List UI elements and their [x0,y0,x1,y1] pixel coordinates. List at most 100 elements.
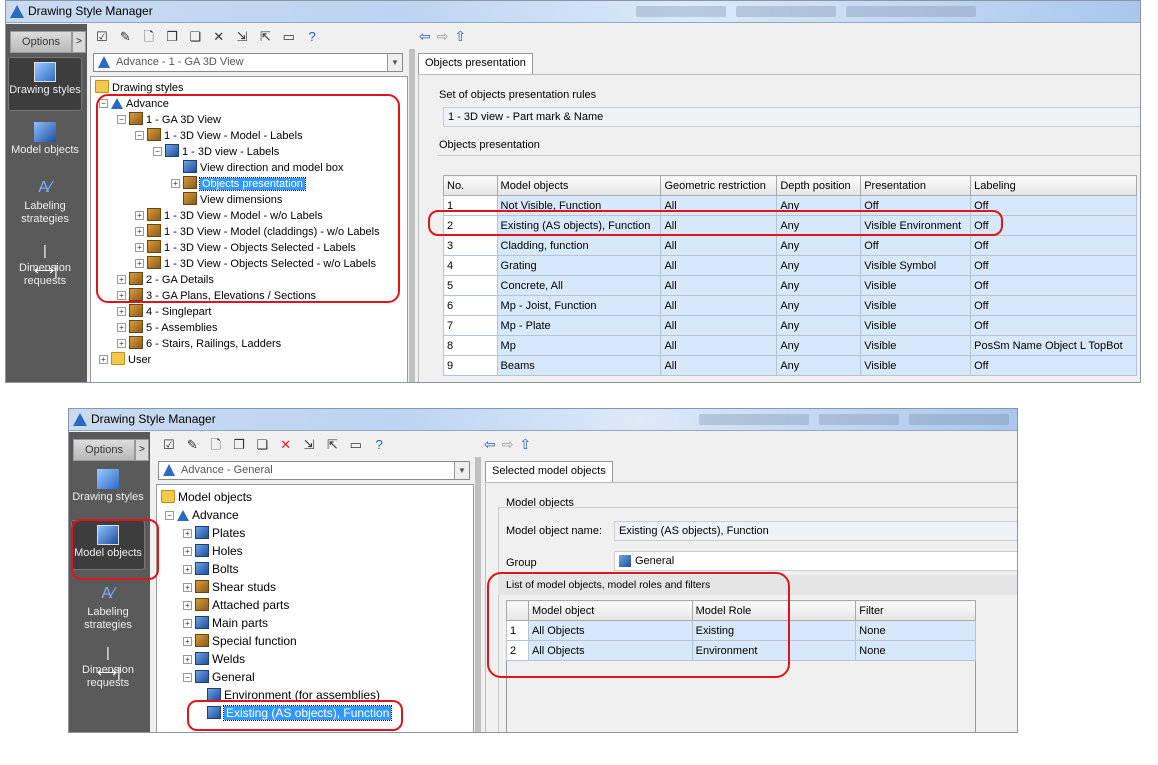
tree-node[interactable]: +1 - 3D View - Objects Selected - w/o La… [135,256,376,272]
delete-icon[interactable]: ✕ [278,437,294,453]
tree-node[interactable]: Model objects [161,488,252,506]
preview-icon[interactable]: ▭ [348,437,364,453]
table-cell[interactable]: Off [860,235,972,256]
tree-node-objects-presentation[interactable]: + Objects presentation [171,176,306,192]
table-cell[interactable]: 6 [443,295,498,316]
nav-dimension-requests[interactable]: |⟷| Dimension requests [71,638,145,690]
table-cell[interactable]: Off [970,315,1137,336]
table-cell[interactable]: Mp [496,335,662,356]
table-cell[interactable]: All [660,355,778,376]
table-cell[interactable]: 4 [443,255,498,276]
delete-icon[interactable]: ✕ [211,29,227,45]
tree-node[interactable]: +3 - GA Plans, Elevations / Sections [117,288,316,304]
table-row[interactable]: 2 All Objects Environment None [506,640,976,661]
tree-node[interactable]: + Plates [183,524,245,542]
tree-node[interactable]: + Welds [183,650,245,668]
table-cell[interactable]: All [660,215,778,236]
edit-icon[interactable]: ✎ [117,29,133,45]
copy-icon[interactable]: ❐ [231,437,247,453]
table-cell[interactable]: Visible [860,355,972,376]
table-cell[interactable]: All [660,195,778,216]
preview-icon[interactable]: ▭ [281,29,297,45]
nav-drawing-styles[interactable]: Drawing styles [8,57,82,111]
import-icon[interactable]: ⇲ [234,29,250,45]
table-cell[interactable]: Any [776,295,862,316]
tree-node[interactable]: Drawing styles [95,80,184,96]
table-cell[interactable]: Mp - Plate [496,315,662,336]
table-cell[interactable]: All [660,295,778,316]
table-cell[interactable]: Visible [860,335,972,356]
table-cell[interactable]: All [660,235,778,256]
table-cell[interactable]: 8 [443,335,498,356]
table-cell[interactable]: Visible Symbol [860,255,972,276]
table-cell[interactable]: Off [970,215,1137,236]
tree-node[interactable]: + User [99,352,151,368]
nav-drawing-styles[interactable]: Drawing styles [71,465,145,513]
table-cell[interactable]: Off [970,295,1137,316]
tree-node[interactable]: +5 - Assemblies [117,320,218,336]
table-cell[interactable]: Cladding, function [496,235,662,256]
edit-icon[interactable]: ✎ [184,437,200,453]
table-cell[interactable]: All Objects [527,620,693,641]
tree-node[interactable]: + Attached parts [183,596,289,614]
nav-model-objects[interactable]: Model objects [8,118,82,160]
up-arrow-icon[interactable]: ⇧ [454,28,472,44]
tree-node[interactable]: −1 - GA 3D View [117,112,221,128]
table-cell[interactable]: Off [970,195,1137,216]
table-cell[interactable]: 2 [443,215,498,236]
tree-node[interactable]: + Holes [183,542,243,560]
table-row[interactable]: 1 Not Visible, Function All Any Off Off [443,195,1137,216]
new-icon[interactable]: 🗋 [141,29,157,45]
forward-arrow-icon[interactable]: ⇨ [437,28,455,44]
tree-node[interactable]: View direction and model box [183,160,344,176]
table-cell[interactable]: All [660,255,778,276]
tree-node[interactable]: +6 - Stairs, Railings, Ladders [117,336,281,352]
help-icon[interactable]: ? [304,29,320,45]
table-cell[interactable]: Any [776,355,862,376]
table-cell[interactable]: Off [860,195,972,216]
table-row[interactable]: 7 Mp - Plate All Any Visible Off [443,315,1137,336]
table-row[interactable]: 6 Mp - Joist, Function All Any Visible Off [443,295,1137,316]
table-cell[interactable]: All Objects [527,640,693,661]
table-row[interactable]: 3 Cladding, function All Any Off Off [443,235,1137,256]
nav-labeling-strategies[interactable]: A⁄ Labeling strategies [71,580,145,632]
table-row[interactable]: 9 Beams All Any Visible Off [443,355,1137,376]
tree-node[interactable]: View dimensions [183,192,282,208]
paste-icon[interactable]: ❏ [254,437,270,453]
options-button[interactable]: Options [73,439,135,461]
style-combo[interactable]: Advance - 1 - GA 3D View ▼ [93,53,403,72]
tree-node[interactable]: +2 - GA Details [117,272,214,288]
chevron-down-icon[interactable]: ▼ [454,462,469,479]
table-cell[interactable]: Off [970,235,1137,256]
options-button[interactable]: Options [10,31,72,53]
forward-arrow-icon[interactable]: ⇨ [502,436,520,452]
table-cell[interactable]: Concrete, All [496,275,662,296]
back-arrow-icon[interactable]: ⇦ [484,436,502,452]
table-cell[interactable]: Off [970,355,1137,376]
table-cell[interactable]: 5 [443,275,498,296]
table-cell[interactable]: PosSm Name Object L TopBot [970,335,1137,356]
table-cell[interactable]: Existing (AS objects), Function [496,215,662,236]
tree-node[interactable]: −1 - 3D view - Labels [153,144,279,160]
table-cell[interactable]: Existing [691,620,857,641]
tree-node[interactable]: + Bolts [183,560,239,578]
table-row[interactable]: 1 All Objects Existing None [506,620,976,641]
table-cell[interactable]: 9 [443,355,498,376]
table-cell[interactable]: Off [970,275,1137,296]
copy-icon[interactable]: ❐ [164,29,180,45]
table-cell[interactable]: Environment [691,640,857,661]
help-icon[interactable]: ? [371,437,387,453]
tree-node[interactable]: + Special function [183,632,297,650]
tree-node[interactable]: Environment (for assemblies) [207,686,380,704]
table-row[interactable]: 4 Grating All Any Visible Symbol Off [443,255,1137,276]
table-cell[interactable]: Any [776,335,862,356]
tree-node[interactable]: +4 - Singlepart [117,304,211,320]
table-cell[interactable]: Visible [860,275,972,296]
options-expand-button[interactable]: > [72,31,86,53]
tree-node[interactable]: − General [183,668,255,686]
table-row[interactable]: 2 Existing (AS objects), Function All Any Vi… [443,215,1137,236]
paste-icon[interactable]: ❏ [187,29,203,45]
model-object-name-field[interactable]: Existing (AS objects), Function [614,521,1017,541]
tab-selected-model-objects[interactable]: Selected model objects [485,461,613,482]
check-icon[interactable]: ☑ [94,29,110,45]
